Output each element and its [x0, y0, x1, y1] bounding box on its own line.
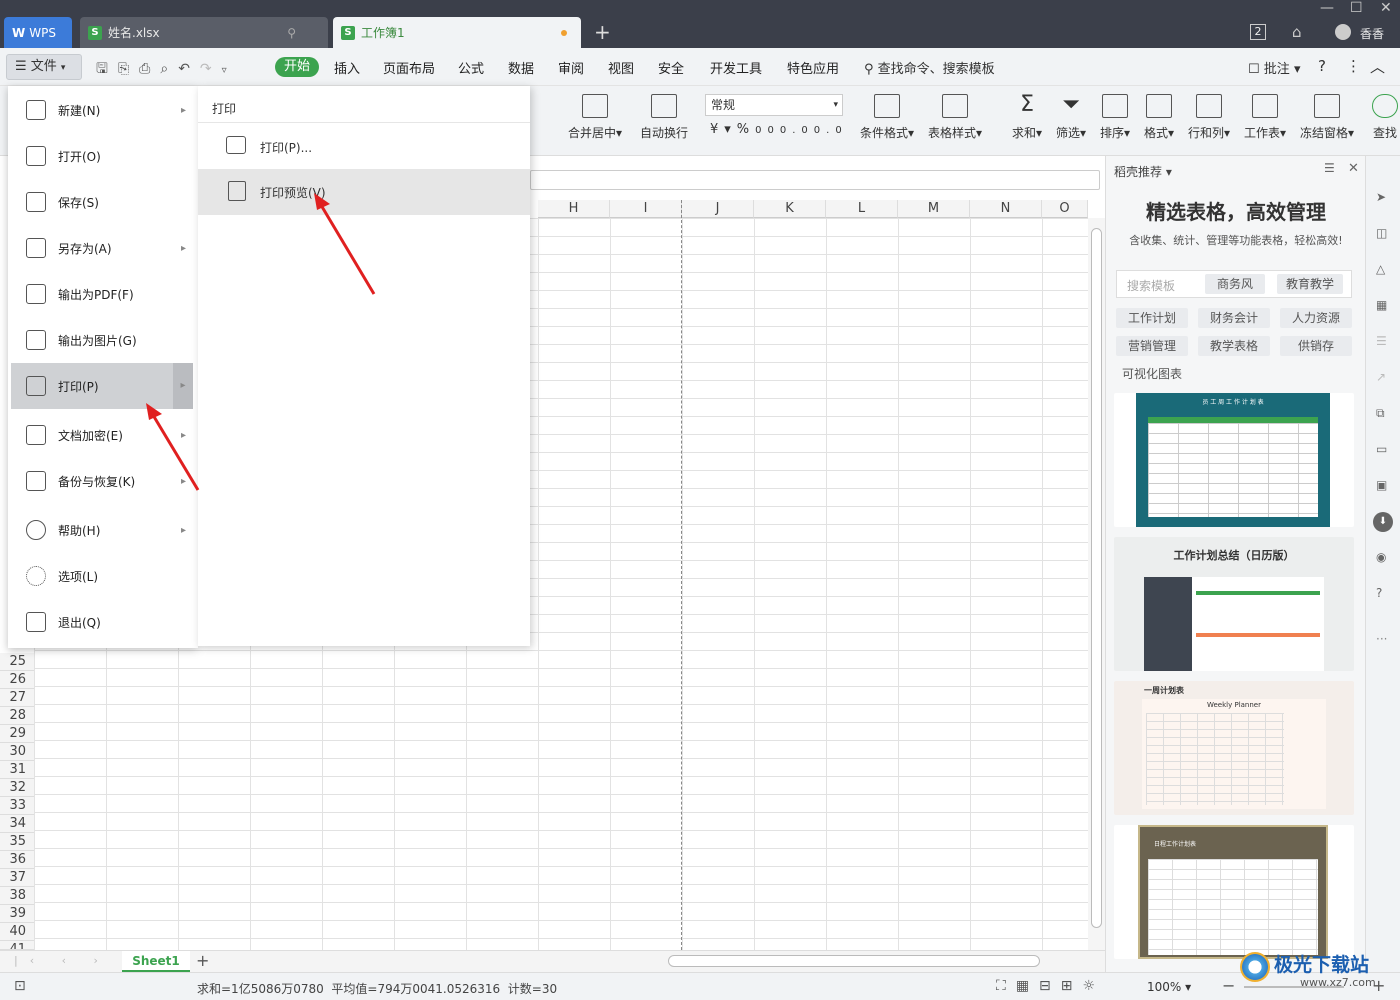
- watermark-url: www.xz7.com: [1300, 976, 1376, 989]
- watermark-name: 极光下载站: [1274, 954, 1370, 976]
- annotation-arrows: [146, 193, 376, 491]
- arrow-head: [146, 403, 162, 420]
- arrow-line: [316, 199, 376, 295]
- watermark-logo: 极光下载站 www.xz7.com: [1240, 950, 1400, 990]
- watermark-icon: [1240, 952, 1270, 982]
- arrow-head: [314, 193, 330, 210]
- arrow-line: [148, 409, 200, 491]
